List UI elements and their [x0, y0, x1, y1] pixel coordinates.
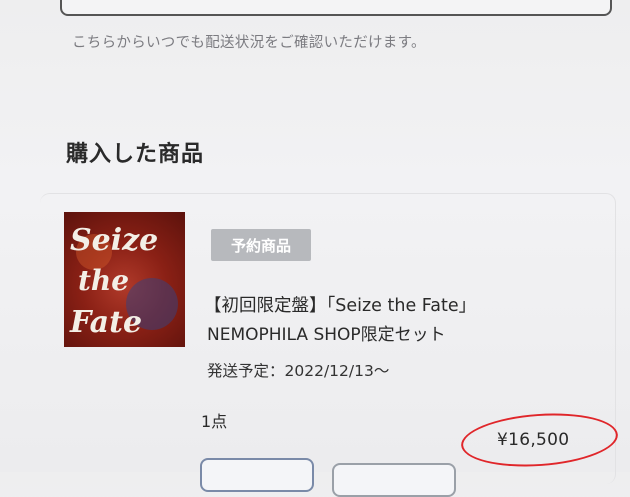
- shipping-schedule: 発送予定：2022/12/13〜: [207, 362, 390, 380]
- preorder-badge: 予約商品: [211, 229, 311, 261]
- artwork-word-1: Seize: [70, 223, 158, 258]
- shipping-status-notice: こちらからいつでも配送状況をご確認いただけます。: [72, 35, 426, 51]
- action-button-right[interactable]: [332, 463, 456, 497]
- action-button-left[interactable]: [200, 458, 314, 492]
- product-name-line1[interactable]: 【初回限定盤】「Seize the Fate」: [204, 292, 476, 317]
- artwork-word-3: Fate: [69, 305, 142, 340]
- purchased-items-heading: 購入した商品: [66, 142, 205, 167]
- album-artwork: Seize the Fate: [69, 223, 178, 340]
- product-name-line2[interactable]: NEMOPHILA SHOP限定セット: [207, 320, 446, 345]
- status-link-box[interactable]: [60, 0, 612, 16]
- product-thumbnail[interactable]: Seize the Fate: [64, 212, 185, 347]
- artwork-word-2: the: [78, 264, 129, 297]
- quantity-label: 1点: [201, 412, 228, 431]
